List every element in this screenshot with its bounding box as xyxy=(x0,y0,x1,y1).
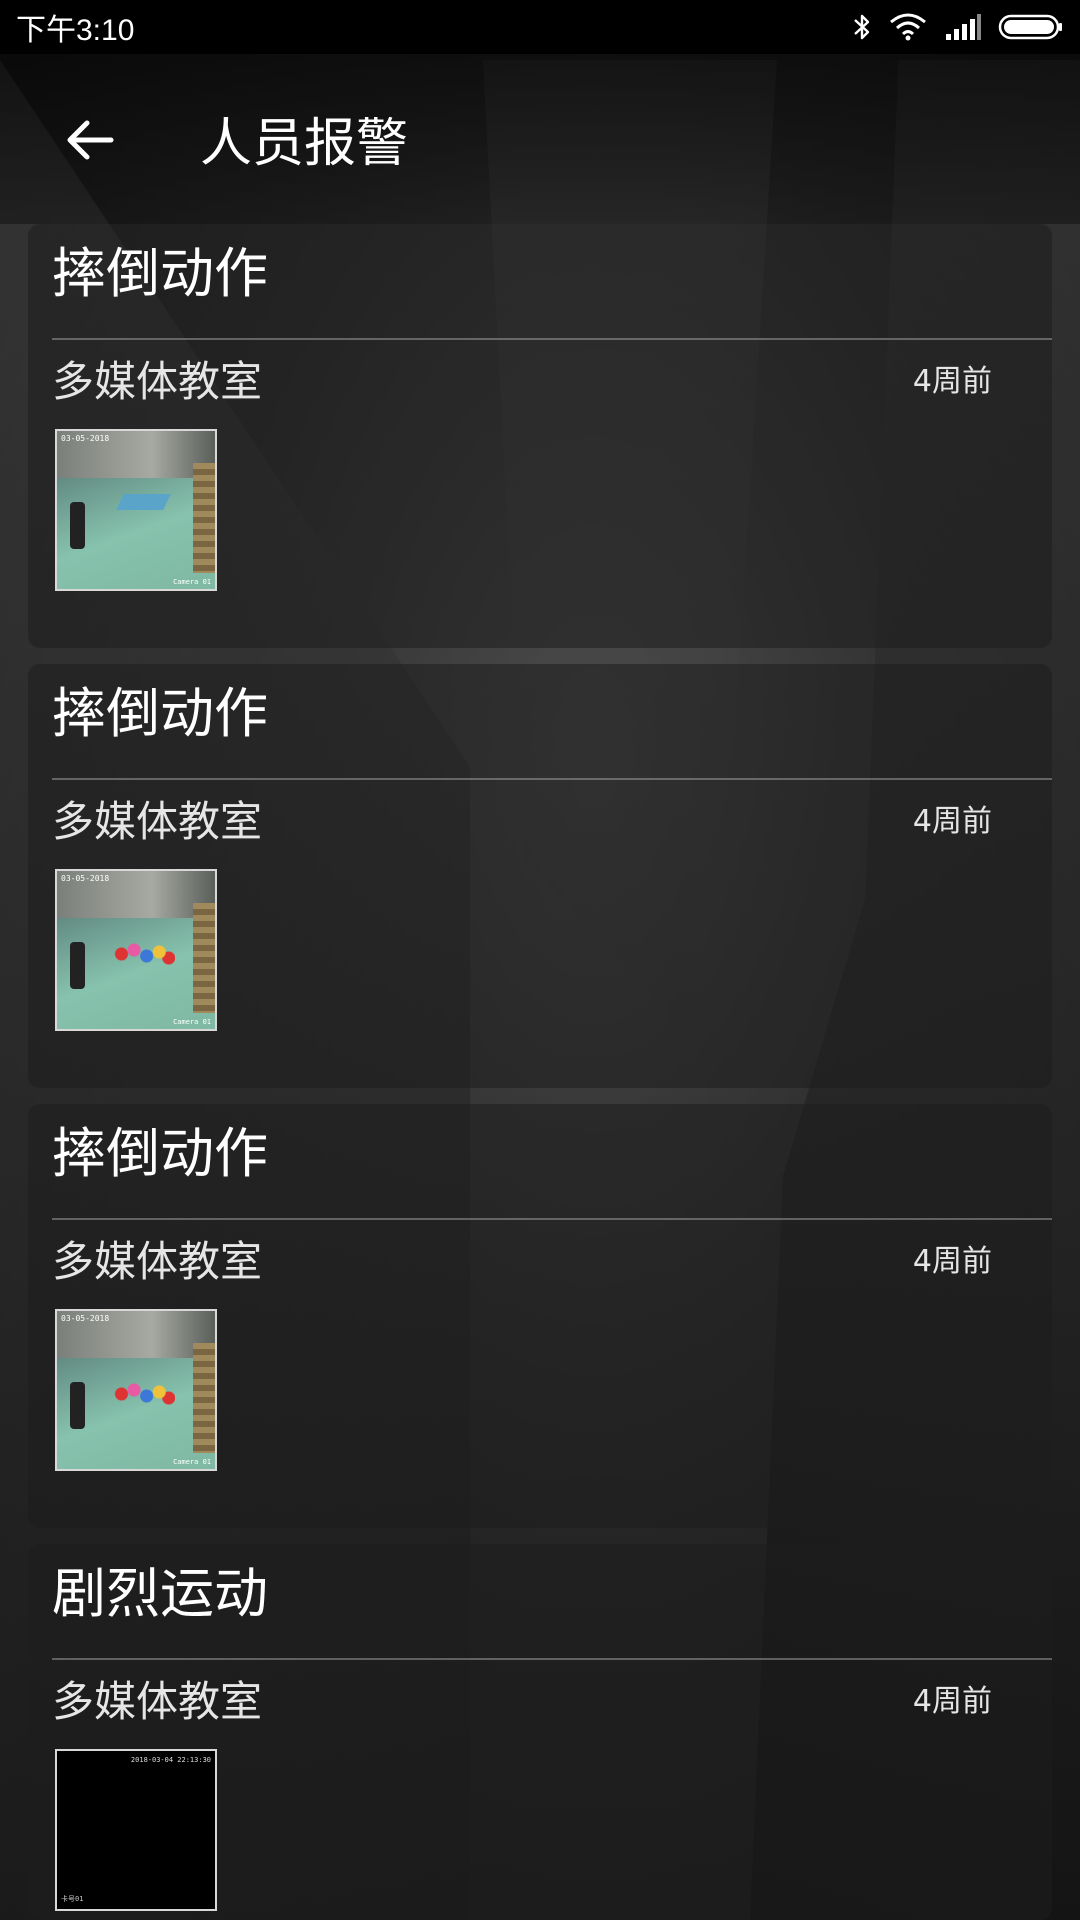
alert-thumbnail[interactable]: 03-05-2018 Camera 01 xyxy=(55,429,217,591)
alert-location: 多媒体教室 xyxy=(52,1237,263,1286)
card-divider xyxy=(52,778,1052,780)
alert-type: 摔倒动作 xyxy=(52,242,268,305)
alert-time: 4周前 xyxy=(912,804,992,839)
thumbnail-stamp: 03-05-2018 xyxy=(61,434,110,443)
thumbnail-camera: Camera 01 xyxy=(173,1018,211,1026)
alert-time: 4周前 xyxy=(912,1684,992,1719)
alert-card[interactable]: 剧烈运动 多媒体教室 4周前 2018-03-04 22:13:30 卡号01 xyxy=(28,1544,1052,1920)
alert-location: 多媒体教室 xyxy=(52,1677,263,1726)
alert-type: 剧烈运动 xyxy=(52,1562,268,1625)
alert-time: 4周前 xyxy=(912,1244,992,1279)
back-button[interactable] xyxy=(50,102,130,182)
alert-card[interactable]: 摔倒动作 多媒体教室 4周前 03-05-2018 Camera 01 xyxy=(28,664,1052,1088)
status-time: 下午3:10 xyxy=(16,14,135,47)
thumbnail-camera: Camera 01 xyxy=(173,1458,211,1466)
signal-icon xyxy=(944,12,982,42)
alert-time: 4周前 xyxy=(912,364,992,399)
alert-card[interactable]: 摔倒动作 多媒体教室 4周前 03-05-2018 Camera 01 xyxy=(28,1104,1052,1528)
thumbnail-stamp: 03-05-2018 xyxy=(61,874,110,883)
card-divider xyxy=(52,1658,1052,1660)
alert-thumbnail[interactable]: 03-05-2018 Camera 01 xyxy=(55,869,217,1031)
app-header: 人员报警 xyxy=(0,54,1080,224)
arrow-left-icon xyxy=(63,113,117,171)
alert-type: 摔倒动作 xyxy=(52,1122,268,1185)
wifi-icon xyxy=(888,12,928,42)
alert-location: 多媒体教室 xyxy=(52,357,263,406)
thumbnail-camera: 卡号01 xyxy=(61,1895,84,1903)
thumbnail-stamp: 03-05-2018 xyxy=(61,1314,110,1323)
alert-thumbnail[interactable]: 03-05-2018 Camera 01 xyxy=(55,1309,217,1471)
alert-type: 摔倒动作 xyxy=(52,682,268,745)
status-bar: 下午3:10 xyxy=(0,0,1080,54)
alert-card[interactable]: 摔倒动作 多媒体教室 4周前 03-05-2018 Camera 01 xyxy=(28,224,1052,648)
thumbnail-stamp: 2018-03-04 22:13:30 xyxy=(130,1756,211,1764)
status-icons xyxy=(852,12,1064,42)
alert-location: 多媒体教室 xyxy=(52,797,263,846)
thumbnail-camera: Camera 01 xyxy=(173,578,211,586)
alert-thumbnail[interactable]: 2018-03-04 22:13:30 卡号01 xyxy=(55,1749,217,1911)
card-divider xyxy=(52,338,1052,340)
screen: 下午3:10 人员报警 摔倒动作 多媒体教室 4周前 03-05-2018 Ca… xyxy=(0,0,1080,1920)
bluetooth-icon xyxy=(852,12,872,42)
page-title: 人员报警 xyxy=(200,114,409,174)
card-divider xyxy=(52,1218,1052,1220)
battery-icon xyxy=(998,12,1064,42)
